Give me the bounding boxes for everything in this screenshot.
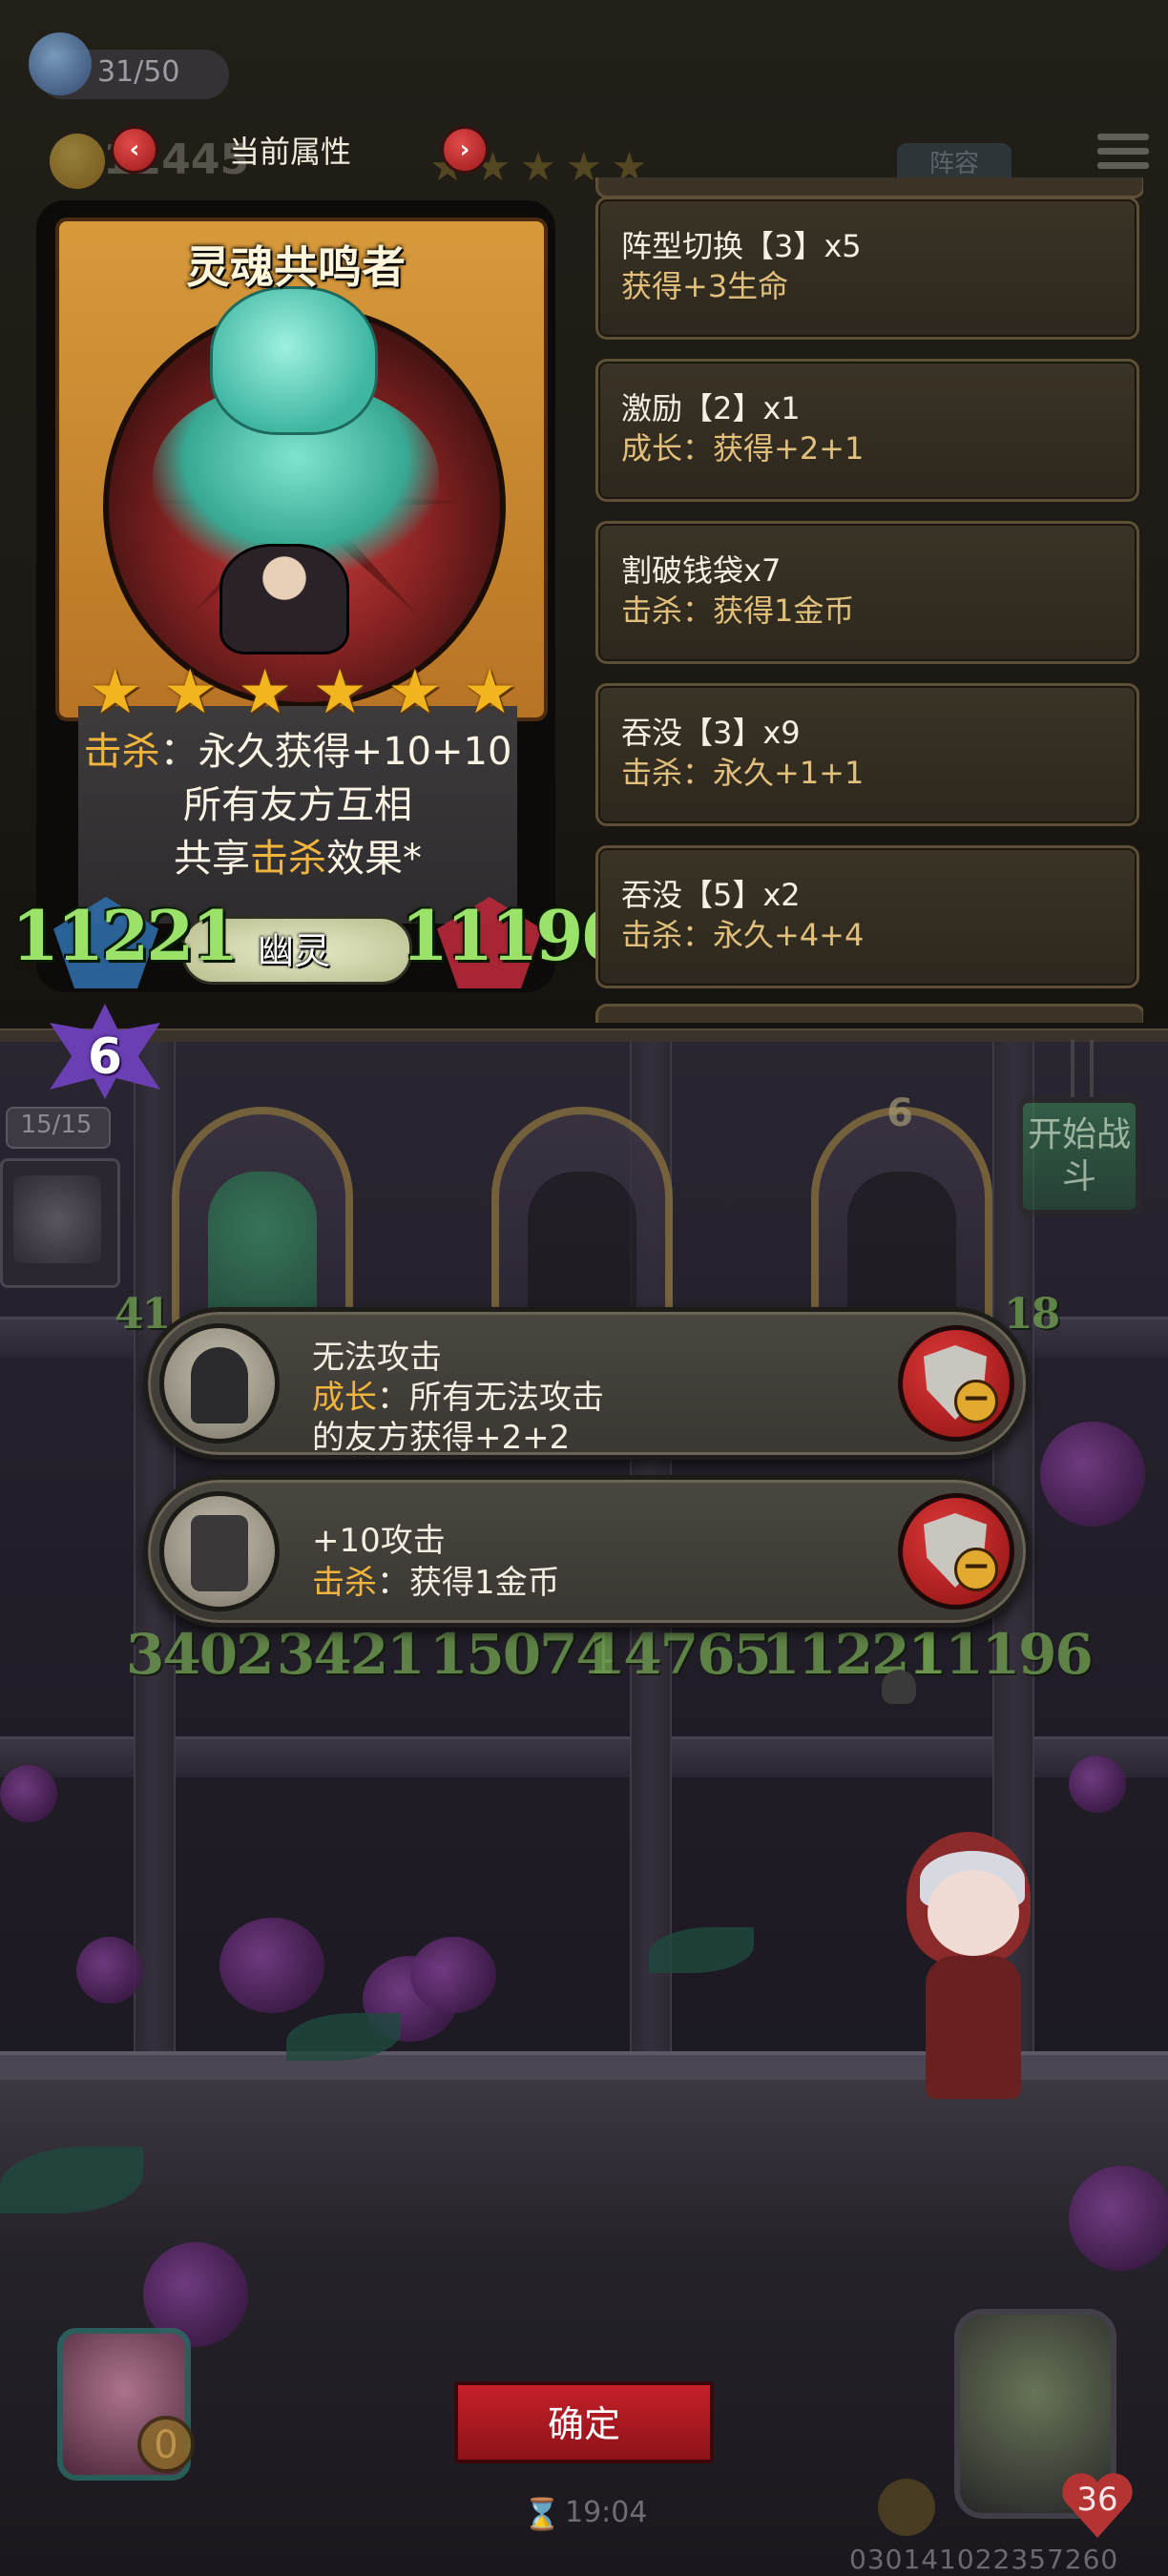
attribute-item-peek — [595, 177, 1143, 198]
description-line: 击杀：永久获得+10+10 — [83, 730, 512, 774]
star-icon: ★ — [238, 657, 293, 728]
mage-illustration — [219, 544, 349, 654]
star-icon: ★ — [312, 657, 367, 728]
attribute-name: 吞没【5】x2 — [621, 877, 801, 913]
hero-description: 击杀：永久获得+10+10 所有友方互相 共享击杀效果* — [78, 706, 517, 924]
build-id: 030141022357260 — [849, 2544, 1119, 2575]
keyword-kill: 击杀 — [250, 837, 326, 881]
attribute-list[interactable]: 阵型切换【3】x5 获得+3生命 激励【2】x1 成长：获得+2+1 割破钱袋x… — [590, 177, 1143, 1023]
attribute-name: 激励【2】x1 — [621, 390, 801, 426]
effect-popup: 无法攻击 成长：所有无法攻击 的友方获得+2+2 − — [143, 1307, 1031, 1460]
turn-timer: 19:04 — [565, 2496, 648, 2529]
attribute-effect: 击杀：永久+1+1 — [621, 755, 865, 791]
minion-stat: 15074 — [429, 1622, 615, 1687]
effect-line: 的友方获得+2+2 — [312, 1419, 571, 1457]
hero-name: 灵魂共鸣者 — [186, 241, 406, 293]
attribute-name: 吞没【3】x9 — [621, 715, 801, 751]
shop-icon[interactable] — [878, 2479, 935, 2536]
panel-divider — [0, 1028, 1168, 1042]
attribute-item[interactable]: 阵型切换【3】x5 获得+3生命 — [595, 197, 1139, 340]
skull-icon — [882, 1670, 916, 1704]
partial-stat: 18 — [1004, 1290, 1060, 1339]
description-line: 共享击杀效果* — [174, 837, 422, 881]
population-count: 31/50 — [97, 55, 180, 89]
minus-icon: − — [954, 1380, 998, 1423]
chain-decoration — [1071, 1040, 1094, 1097]
rose-decoration — [1069, 1755, 1126, 1813]
rose-decoration — [410, 1937, 496, 2013]
gold-coin-icon — [50, 134, 105, 189]
attribute-name: 割破钱袋x7 — [621, 552, 782, 589]
rose-decoration — [1069, 2166, 1168, 2271]
hero-star-rating: ★ ★ ★ ★ ★ ★ — [88, 662, 517, 723]
player-character — [907, 1832, 1050, 2118]
description-line: 所有友方互相 — [183, 783, 412, 827]
rose-decoration — [1040, 1422, 1145, 1527]
rose-decoration — [219, 1918, 324, 2013]
attribute-item[interactable]: 激励【2】x1 成长：获得+2+1 — [595, 359, 1139, 502]
prev-attribute-button[interactable]: ‹ — [111, 126, 158, 174]
rose-decoration — [0, 1765, 57, 1822]
population-icon — [29, 32, 92, 95]
effect-line: 击杀：获得1金币 — [312, 1564, 560, 1602]
attribute-name: 阵型切换【3】x5 — [621, 228, 862, 264]
effect-popup: +10攻击 击杀：获得1金币 − — [143, 1475, 1031, 1628]
minus-icon: − — [954, 1548, 998, 1591]
attribute-item[interactable]: 吞没【3】x9 击杀：永久+1+1 — [595, 683, 1139, 826]
attribute-effect: 成长：获得+2+1 — [621, 430, 865, 467]
health-count: 36 — [1076, 2481, 1118, 2519]
attribute-item-peek — [595, 1004, 1143, 1023]
confirm-label: 确定 — [547, 2403, 620, 2445]
hourglass-icon: ⌛ — [523, 2496, 561, 2532]
star-icon: ★ — [162, 657, 218, 728]
attribute-effect: 击杀：获得1金币 — [621, 592, 855, 629]
hero-attack: 11221 — [11, 895, 239, 976]
attribute-effect: 击杀：永久+4+4 — [621, 917, 865, 953]
attribute-effect: 获得+3生命 — [621, 268, 789, 304]
rose-decoration — [76, 1937, 143, 2004]
minion-stat: 3402 — [126, 1622, 274, 1687]
next-attribute-button[interactable]: › — [441, 126, 489, 174]
partial-stat: 41 — [115, 1290, 171, 1339]
chevron-left-icon: ‹ — [129, 135, 140, 164]
star-icon: ★ — [387, 657, 443, 728]
gauntlet-icon — [159, 1491, 280, 1611]
start-battle-label: 开始战斗 — [1027, 1115, 1131, 1196]
menu-icon[interactable] — [1097, 134, 1149, 174]
panel-title: 当前属性 — [229, 134, 352, 170]
minion-stat: 14765 — [587, 1622, 772, 1687]
hand-count: 15/15 — [20, 1111, 93, 1139]
star-icon: ★ — [462, 657, 517, 728]
tavern-level: 6 — [87, 1028, 123, 1086]
hand-card-icon — [13, 1175, 101, 1263]
hero-power-cost: 0 — [137, 2416, 195, 2473]
minion-stat: 11196 — [908, 1622, 1094, 1687]
keyword-kill: 击杀 — [312, 1564, 377, 1602]
minion-stat: 3421 — [277, 1622, 425, 1687]
effect-title: +10攻击 — [312, 1522, 446, 1560]
remove-effect-button[interactable]: − — [898, 1325, 1014, 1442]
remove-effect-button[interactable]: − — [898, 1493, 1014, 1610]
keyword-kill: 击杀 — [83, 730, 160, 774]
star-icon: ★ — [88, 657, 143, 728]
attribute-item[interactable]: 吞没【5】x2 击杀：永久+4+4 — [595, 845, 1139, 988]
chevron-right-icon: › — [459, 135, 470, 164]
slot-level: 6 — [886, 1091, 913, 1135]
attribute-item[interactable]: 割破钱袋x7 击杀：获得1金币 — [595, 521, 1139, 664]
hooded-figure-icon — [159, 1323, 280, 1444]
